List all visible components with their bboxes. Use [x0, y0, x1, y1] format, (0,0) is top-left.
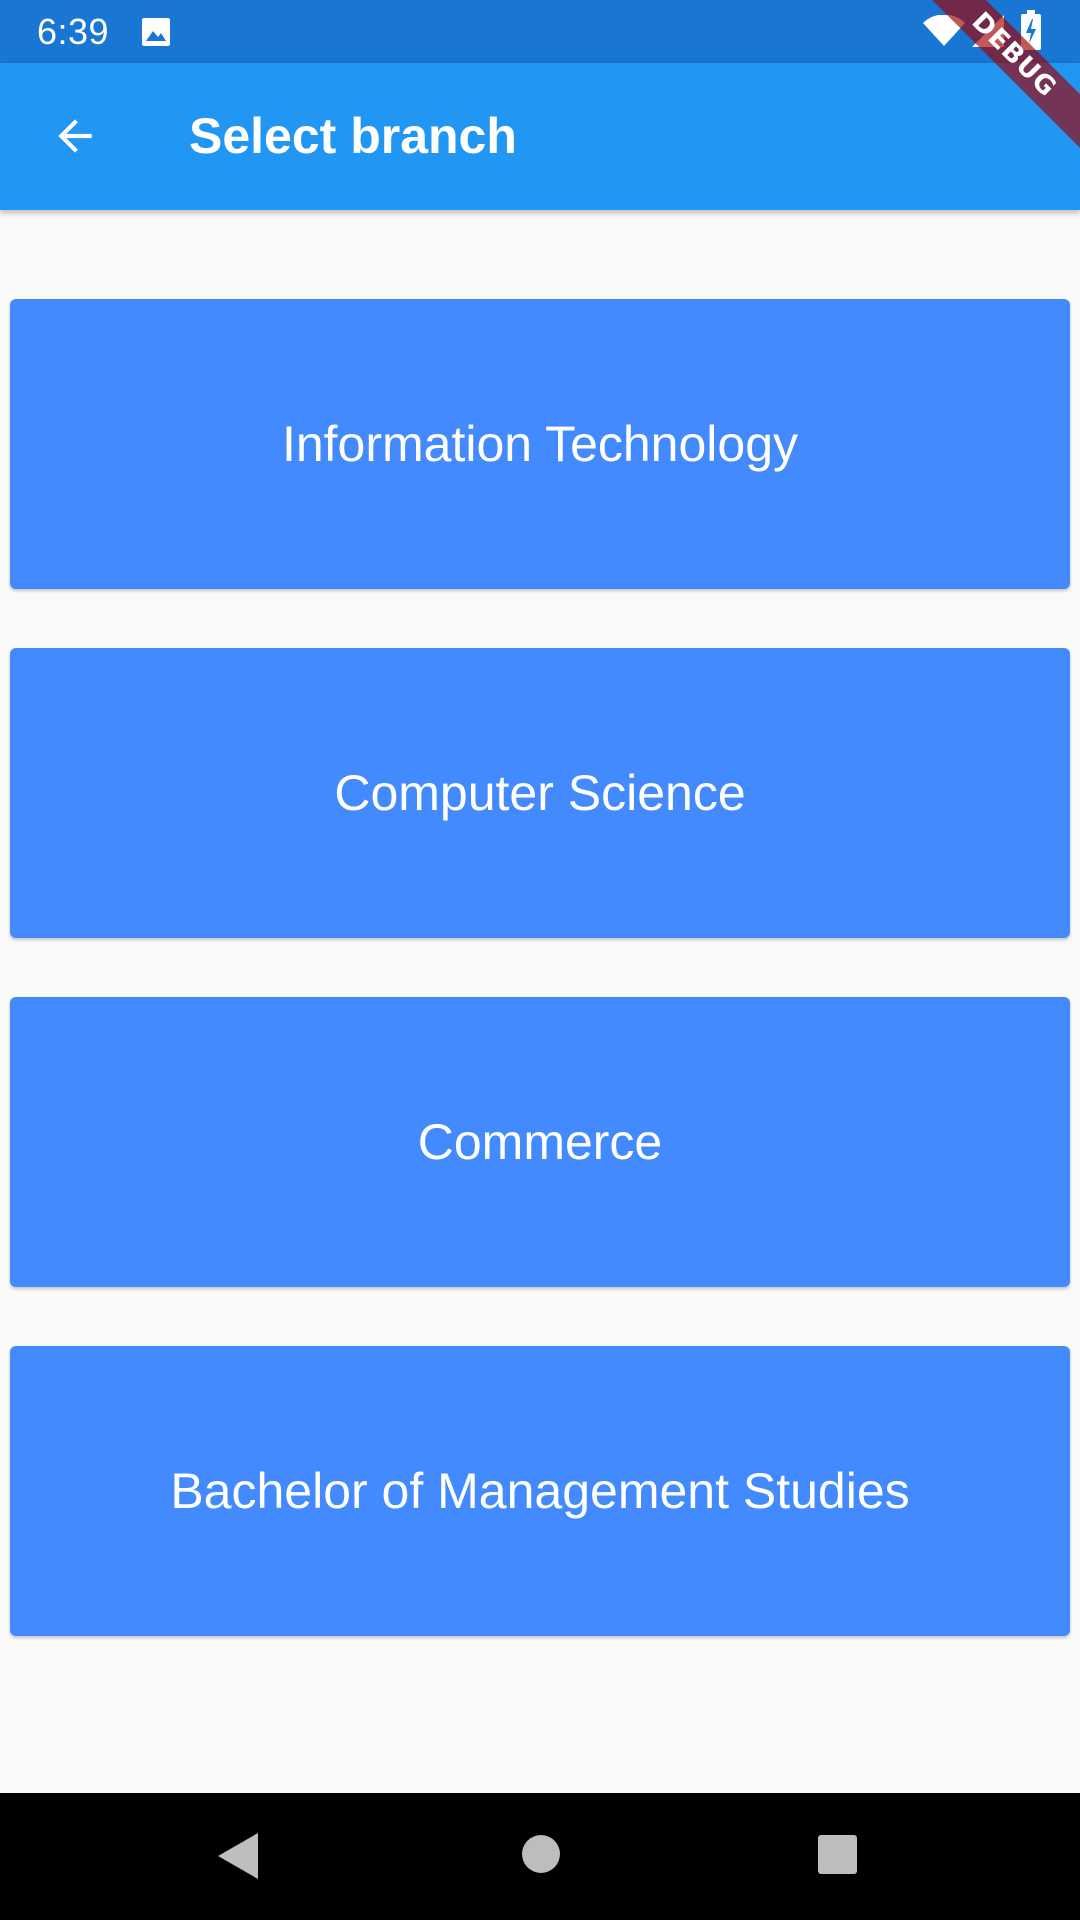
branch-label: Information Technology	[281, 416, 799, 472]
nav-back-icon[interactable]	[216, 1831, 260, 1881]
photo-icon	[142, 18, 170, 46]
branch-label: Commerce	[417, 1114, 663, 1170]
branch-button-commerce[interactable]: Commerce	[10, 997, 1070, 1287]
branch-button-information-technology[interactable]: Information Technology	[10, 299, 1070, 589]
status-time: 6:39	[37, 11, 110, 52]
app-bar: Select branch	[0, 63, 1080, 210]
page-title: Select branch	[189, 108, 517, 164]
branch-label: Bachelor of Management Studies	[170, 1463, 910, 1519]
arrow-back-icon	[58, 119, 92, 153]
wifi-icon	[923, 15, 965, 46]
branch-button-bachelor-of-management-studies[interactable]: Bachelor of Management Studies	[10, 1346, 1070, 1636]
battery-charging-icon	[1021, 10, 1041, 50]
branch-button-computer-science[interactable]: Computer Science	[10, 648, 1070, 938]
nav-recents-icon[interactable]	[817, 1834, 858, 1875]
branch-label: Computer Science	[334, 765, 746, 821]
nav-home-icon[interactable]	[521, 1834, 561, 1874]
system-nav-bar	[0, 1793, 1080, 1920]
status-bar: 6:39	[0, 0, 1080, 63]
signal-icon	[972, 15, 1004, 47]
branch-list: Information Technology Computer Science …	[0, 210, 1080, 1793]
back-button[interactable]	[35, 96, 115, 176]
